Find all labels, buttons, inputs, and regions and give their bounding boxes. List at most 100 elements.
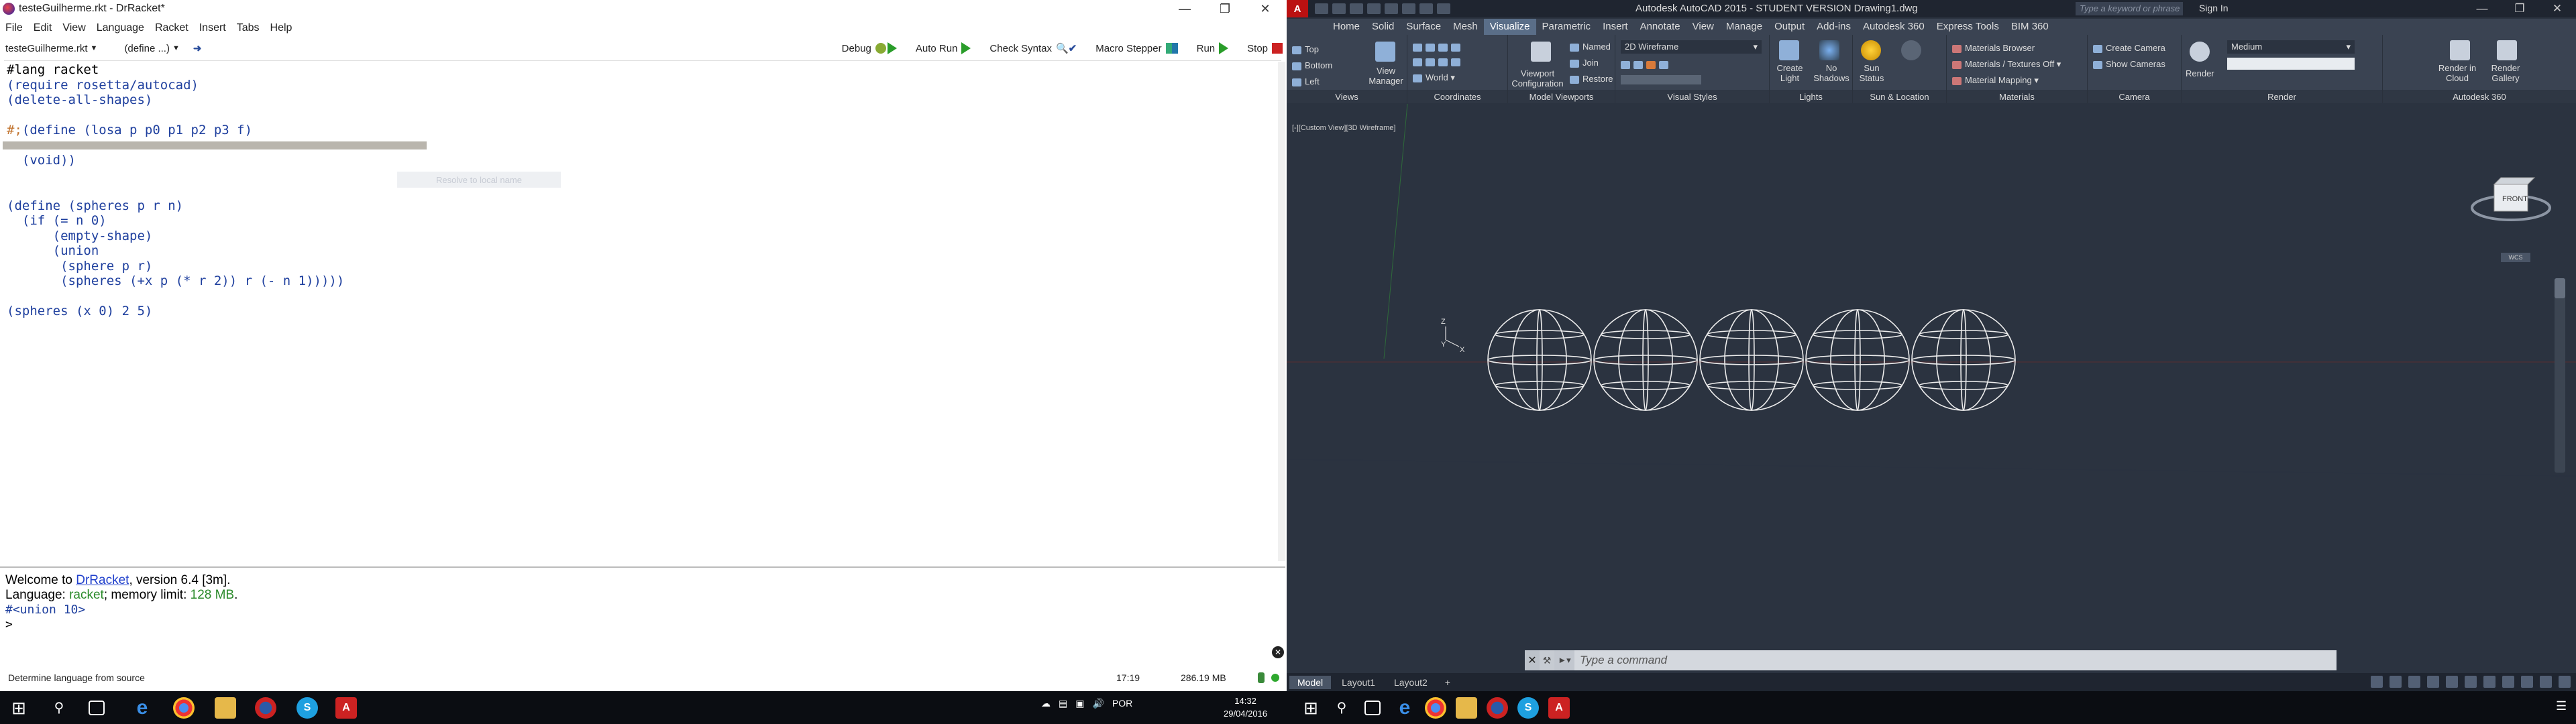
tab-annotate[interactable]: Annotate — [1634, 19, 1686, 35]
network-icon[interactable]: ▤ — [1059, 698, 1067, 709]
grid-icon[interactable] — [2371, 676, 2383, 688]
file-explorer-icon-2[interactable] — [1456, 697, 1477, 719]
hardware-icon[interactable] — [2521, 676, 2533, 688]
battery-icon[interactable]: ▣ — [1075, 698, 1084, 709]
navigation-bar-top[interactable] — [2555, 278, 2565, 298]
skype-icon[interactable]: S — [297, 697, 318, 719]
edge-icon[interactable]: e — [131, 697, 153, 719]
jump-arrow-icon[interactable]: ➜ — [193, 42, 202, 54]
new-icon[interactable] — [1315, 3, 1328, 14]
tab-layout1[interactable]: Layout1 — [1334, 676, 1383, 689]
sun-icon[interactable] — [1861, 40, 1881, 60]
stop-button[interactable]: Stop — [1247, 43, 1283, 54]
menu-language[interactable]: Language — [91, 20, 150, 36]
render-gallery-button[interactable]: Render Gallery — [2483, 63, 2528, 83]
menu-tabs[interactable]: Tabs — [231, 20, 265, 36]
redo-icon[interactable] — [1419, 3, 1433, 14]
command-line[interactable]: ✕ ⚒ ►▾ Type a command — [1525, 650, 2337, 670]
windows-start-icon[interactable]: ⊞ — [8, 697, 30, 719]
osnap-icon[interactable] — [2446, 676, 2458, 688]
keyboard-language[interactable]: POR — [1112, 698, 1132, 709]
tab-view[interactable]: View — [1686, 19, 1720, 35]
material-mapping-button[interactable]: Material Mapping ▾ — [1952, 75, 2039, 86]
ucs-icons-row2[interactable] — [1413, 56, 1464, 66]
customize-icon[interactable] — [2559, 676, 2571, 688]
open-icon[interactable] — [1332, 3, 1346, 14]
tab-output[interactable]: Output — [1768, 19, 1811, 35]
tab-express-tools[interactable]: Express Tools — [1931, 19, 2005, 35]
close-button[interactable]: ✕ — [1245, 0, 1285, 17]
taskbar-clock[interactable]: 14:32 29/04/2016 — [1224, 695, 1267, 720]
drracket-taskbar-icon-2[interactable] — [1487, 697, 1508, 719]
auto-run-button[interactable]: Auto Run — [916, 42, 971, 54]
search-icon-2[interactable]: ⚲ — [1331, 697, 1352, 719]
tab-add-ins[interactable]: Add-ins — [1811, 19, 1857, 35]
menu-file[interactable]: File — [0, 20, 28, 36]
help-search-input[interactable]: Type a keyword or phrase — [2076, 2, 2183, 15]
menu-edit[interactable]: Edit — [28, 20, 58, 36]
autocad-taskbar-icon[interactable]: A — [335, 697, 357, 719]
navigation-bar[interactable] — [2555, 278, 2565, 473]
tab-mesh[interactable]: Mesh — [1447, 19, 1484, 35]
minimize-button[interactable]: — — [2463, 0, 2501, 17]
drracket-link[interactable]: DrRacket — [76, 573, 129, 587]
drawing-canvas[interactable]: Z Y X — [1287, 104, 2576, 654]
clean-screen-icon[interactable] — [2540, 676, 2552, 688]
save-icon[interactable] — [1350, 3, 1363, 14]
search-icon[interactable]: ⚲ — [48, 697, 70, 719]
tab-parametric[interactable]: Parametric — [1536, 19, 1597, 35]
task-view-icon-2[interactable] — [1364, 701, 1381, 715]
visual-style-tools[interactable] — [1621, 59, 1672, 69]
wcs-menu[interactable]: WCS — [2501, 253, 2530, 262]
ucs-icons[interactable] — [1413, 42, 1464, 52]
polar-icon[interactable] — [2427, 676, 2439, 688]
show-cameras-button[interactable]: Show Cameras — [2093, 59, 2165, 69]
view-left[interactable]: Left — [1292, 76, 1320, 86]
close-pane-icon[interactable]: ✕ — [1272, 646, 1284, 658]
ucs-world-select[interactable]: World ▾ — [1413, 72, 1455, 83]
undo-icon[interactable] — [1402, 3, 1415, 14]
menu-view[interactable]: View — [57, 20, 91, 36]
run-button[interactable]: Run — [1197, 42, 1229, 54]
restore-viewports[interactable]: Restore — [1570, 74, 1613, 84]
create-camera-button[interactable]: Create Camera — [2093, 43, 2165, 53]
named-viewports[interactable]: Named — [1570, 42, 1611, 52]
close-button[interactable]: ✕ — [2538, 0, 2576, 17]
file-selector[interactable]: testeGuilherme.rkt ▼ — [5, 43, 97, 54]
definitions-editor[interactable]: #lang racket (require rosetta/autocad) (… — [4, 60, 1281, 560]
viewport-config-icon[interactable] — [1531, 42, 1551, 62]
create-light-button[interactable]: Create Light — [1770, 63, 1810, 83]
ortho-icon[interactable] — [2408, 676, 2420, 688]
render-output-box[interactable] — [2227, 58, 2355, 70]
tab-insert[interactable]: Insert — [1597, 19, 1634, 35]
tab-model[interactable]: Model — [1289, 675, 1332, 689]
menu-racket[interactable]: Racket — [150, 20, 194, 36]
materials-textures-toggle[interactable]: Materials / Textures Off ▾ — [1952, 59, 2061, 70]
isolate-icon[interactable] — [2502, 676, 2514, 688]
share-icon[interactable] — [1437, 3, 1450, 14]
debug-button[interactable]: Debug — [842, 42, 897, 54]
join-viewports[interactable]: Join — [1570, 58, 1599, 68]
menu-insert[interactable]: Insert — [194, 20, 231, 36]
interactions-pane[interactable]: Welcome to DrRacket, version 6.4 [3m]. L… — [5, 573, 1280, 647]
snap-icon[interactable] — [2390, 676, 2402, 688]
gallery-icon[interactable] — [2497, 40, 2517, 60]
view-bottom[interactable]: Bottom — [1292, 60, 1332, 70]
visual-style-select[interactable]: 2D Wireframe ▾ — [1621, 40, 1762, 54]
file-explorer-icon[interactable] — [215, 697, 236, 719]
view-top[interactable]: Top — [1292, 44, 1319, 54]
render-quality-select[interactable]: Medium ▾ — [2227, 40, 2355, 54]
drracket-taskbar-icon[interactable] — [255, 697, 276, 719]
render-button[interactable]: Render — [2186, 68, 2214, 78]
location-icon[interactable] — [1901, 40, 1921, 60]
print-icon[interactable] — [1385, 3, 1398, 14]
pane-divider[interactable] — [0, 566, 1285, 568]
materials-browser-button[interactable]: Materials Browser — [1952, 43, 2035, 53]
tab-bim-360[interactable]: BIM 360 — [2005, 19, 2055, 35]
task-view-icon[interactable] — [89, 701, 105, 715]
chrome-icon[interactable] — [173, 697, 195, 719]
onedrive-icon[interactable]: ☁ — [1041, 698, 1051, 709]
annotation-icon[interactable] — [2465, 676, 2477, 688]
no-shadows-button[interactable]: No Shadows — [1811, 63, 1851, 83]
notifications-icon[interactable]: ☰ — [2556, 699, 2567, 713]
